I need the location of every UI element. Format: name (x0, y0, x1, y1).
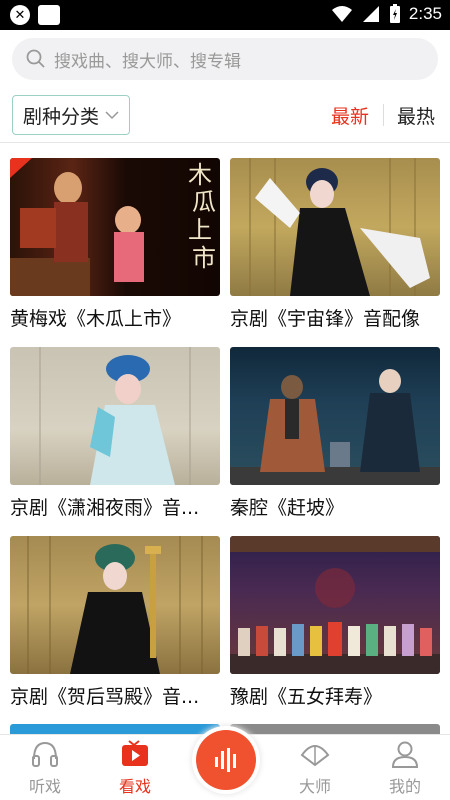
thumbnail-art (27, 536, 203, 674)
sort-hottest-tab[interactable]: 最热 (397, 102, 435, 129)
video-card[interactable]: 京剧《贺后骂殿》音... (10, 536, 220, 709)
status-bar: ✕ 2:35 (0, 0, 450, 30)
video-thumbnail[interactable] (230, 536, 440, 674)
user-icon (391, 741, 419, 768)
notification-app-icon (38, 5, 60, 25)
sort-divider (383, 104, 384, 126)
status-time: 2:35 (408, 4, 442, 23)
fan-icon (300, 745, 330, 767)
video-card[interactable]: 豫剧《五女拜寿》 (230, 536, 440, 709)
search-icon (26, 49, 45, 68)
video-thumbnail[interactable] (230, 347, 440, 485)
video-title: 秦腔《赶坡》 (230, 497, 345, 519)
battery-icon (389, 4, 400, 23)
thumbnail-art (249, 158, 430, 296)
video-thumbnail-partial[interactable] (10, 724, 220, 734)
video-thumbnail[interactable] (230, 158, 440, 296)
sound-wave-icon (215, 748, 236, 772)
filter-row: 剧种分类 最新 最热 (0, 92, 450, 140)
video-card[interactable]: 秦腔《赶坡》 (230, 347, 440, 520)
video-thumbnail-partial[interactable] (230, 724, 440, 734)
video-card[interactable]: 木 瓜 上 市 黄梅戏《木瓜上市》 (10, 158, 220, 331)
thumbnail-art (39, 347, 191, 485)
video-thumbnail[interactable]: 木 瓜 上 市 (10, 158, 220, 296)
audio-player-button[interactable] (196, 730, 256, 790)
thumbnail-art: 木 瓜 上 市 (10, 158, 216, 296)
tab-mine[interactable]: 我的 (360, 739, 450, 799)
svg-text:木: 木 (188, 161, 212, 189)
video-card[interactable]: 京剧《潇湘夜雨》音... (10, 347, 220, 520)
video-title: 豫剧《五女拜寿》 (230, 686, 383, 708)
tab-watch[interactable]: 看戏 (90, 739, 180, 799)
tab-masters-label: 大师 (298, 777, 331, 796)
video-title: 黄梅戏《木瓜上市》 (10, 308, 182, 330)
svg-text:市: 市 (192, 244, 216, 272)
tab-mine-label: 我的 (388, 777, 421, 796)
video-title: 京剧《潇湘夜雨》音... (10, 497, 200, 519)
notification-icons: ✕ (10, 5, 60, 25)
tab-listen-label: 听戏 (28, 777, 61, 796)
notification-close-icon: ✕ (10, 5, 30, 25)
svg-text:瓜: 瓜 (192, 188, 216, 216)
wifi-icon (331, 6, 352, 22)
video-title: 京剧《贺后骂殿》音... (10, 686, 200, 708)
svg-text:上: 上 (188, 216, 212, 244)
sort-newest-tab[interactable]: 最新 (331, 102, 369, 129)
section-divider (0, 142, 450, 143)
video-thumbnail[interactable] (10, 536, 220, 674)
video-thumbnail[interactable] (10, 347, 220, 485)
search-bar[interactable]: 搜戏曲、搜大师、搜专辑 (12, 38, 438, 80)
video-title: 京剧《宇宙锋》音配像 (230, 308, 421, 330)
chevron-down-icon (105, 111, 119, 120)
tab-listen[interactable]: 听戏 (0, 739, 90, 799)
genre-filter-button[interactable]: 剧种分类 (12, 95, 130, 135)
tab-masters[interactable]: 大师 (270, 739, 360, 799)
search-input[interactable]: 搜戏曲、搜大师、搜专辑 (54, 47, 241, 72)
tab-watch-label: 看戏 (118, 777, 151, 796)
thumbnail-art (230, 369, 440, 485)
thumbnail-art (230, 536, 440, 674)
genre-filter-label: 剧种分类 (23, 105, 100, 128)
status-indicators: 2:35 (331, 4, 442, 24)
headphones-icon (32, 741, 58, 767)
signal-icon (362, 6, 379, 22)
video-play-icon (122, 740, 148, 766)
video-card[interactable]: 京剧《宇宙锋》音配像 (230, 158, 440, 331)
